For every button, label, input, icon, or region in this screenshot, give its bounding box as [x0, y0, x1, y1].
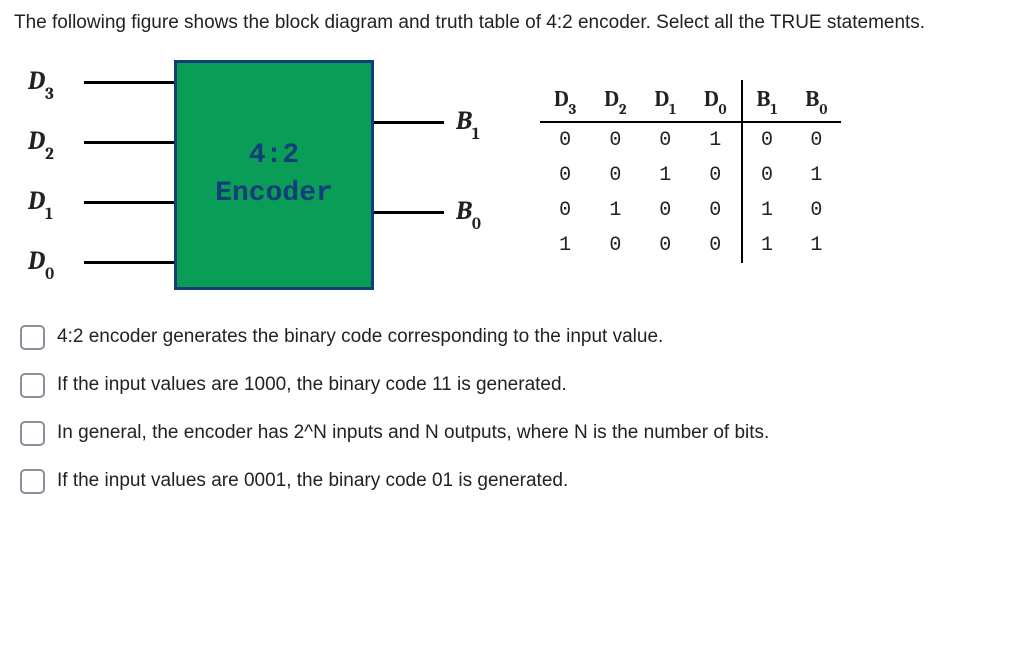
table-cell: 1 [540, 228, 590, 263]
option-text: In general, the encoder has 2^N inputs a… [57, 420, 769, 446]
table-cell: 0 [791, 122, 841, 158]
wire-d0 [84, 261, 174, 264]
table-cell: 1 [590, 193, 640, 228]
option-1[interactable]: 4:2 encoder generates the binary code co… [20, 324, 1010, 350]
table-cell: 0 [690, 158, 742, 193]
encoder-diagram: D3 D2 D1 D0 4:2 Encoder B1 B0 [24, 60, 504, 290]
table-cell: 1 [690, 122, 742, 158]
wire-b0 [374, 211, 444, 214]
table-cell: 0 [690, 228, 742, 263]
table-cell: 1 [742, 228, 792, 263]
option-text: 4:2 encoder generates the binary code co… [57, 324, 663, 350]
option-4[interactable]: If the input values are 0001, the binary… [20, 468, 1010, 494]
option-3[interactable]: In general, the encoder has 2^N inputs a… [20, 420, 1010, 446]
wire-b1 [374, 121, 444, 124]
table-cell: 0 [742, 122, 792, 158]
figure-row: D3 D2 D1 D0 4:2 Encoder B1 B0 [24, 60, 1010, 290]
table-cell: 1 [791, 228, 841, 263]
table-cell: 0 [540, 158, 590, 193]
table-cell: 0 [590, 228, 640, 263]
table-cell: 1 [791, 158, 841, 193]
table-cell: 0 [540, 122, 590, 158]
input-label-d0: D0 [28, 246, 54, 280]
option-text: If the input values are 1000, the binary… [57, 372, 567, 398]
option-text: If the input values are 0001, the binary… [57, 468, 568, 494]
box-line1: 4:2 [249, 137, 299, 175]
table-cell: 1 [742, 193, 792, 228]
encoder-box: 4:2 Encoder [174, 60, 374, 290]
truth-table: D3D2D1D0B1B0 000100001001010010100011 [540, 80, 841, 263]
input-label-d1: D1 [28, 186, 53, 220]
table-row: 100011 [540, 228, 841, 263]
table-cell: 1 [640, 158, 689, 193]
table-row: 000100 [540, 122, 841, 158]
table-cell: 0 [590, 158, 640, 193]
table-cell: 0 [540, 193, 590, 228]
table-header: B0 [791, 80, 841, 122]
input-label-d3: D3 [28, 66, 54, 100]
checkbox-icon[interactable] [20, 325, 45, 350]
table-header: B1 [742, 80, 792, 122]
wire-d2 [84, 141, 174, 144]
table-cell: 0 [791, 193, 841, 228]
table-header: D3 [540, 80, 590, 122]
options-list: 4:2 encoder generates the binary code co… [14, 324, 1010, 494]
checkbox-icon[interactable] [20, 373, 45, 398]
wire-d1 [84, 201, 174, 204]
table-header: D1 [640, 80, 689, 122]
table-cell: 0 [590, 122, 640, 158]
question-text: The following figure shows the block dia… [14, 10, 1010, 36]
checkbox-icon[interactable] [20, 469, 45, 494]
table-row: 010010 [540, 193, 841, 228]
output-label-b0: B0 [456, 196, 481, 230]
table-cell: 0 [640, 193, 689, 228]
table-header: D2 [590, 80, 640, 122]
table-cell: 0 [690, 193, 742, 228]
table-row: 001001 [540, 158, 841, 193]
box-line2: Encoder [215, 175, 333, 213]
option-2[interactable]: If the input values are 1000, the binary… [20, 372, 1010, 398]
table-header: D0 [690, 80, 742, 122]
table-cell: 0 [640, 228, 689, 263]
table-cell: 0 [742, 158, 792, 193]
output-label-b1: B1 [456, 106, 480, 140]
checkbox-icon[interactable] [20, 421, 45, 446]
table-cell: 0 [640, 122, 689, 158]
input-label-d2: D2 [28, 126, 54, 160]
wire-d3 [84, 81, 174, 84]
